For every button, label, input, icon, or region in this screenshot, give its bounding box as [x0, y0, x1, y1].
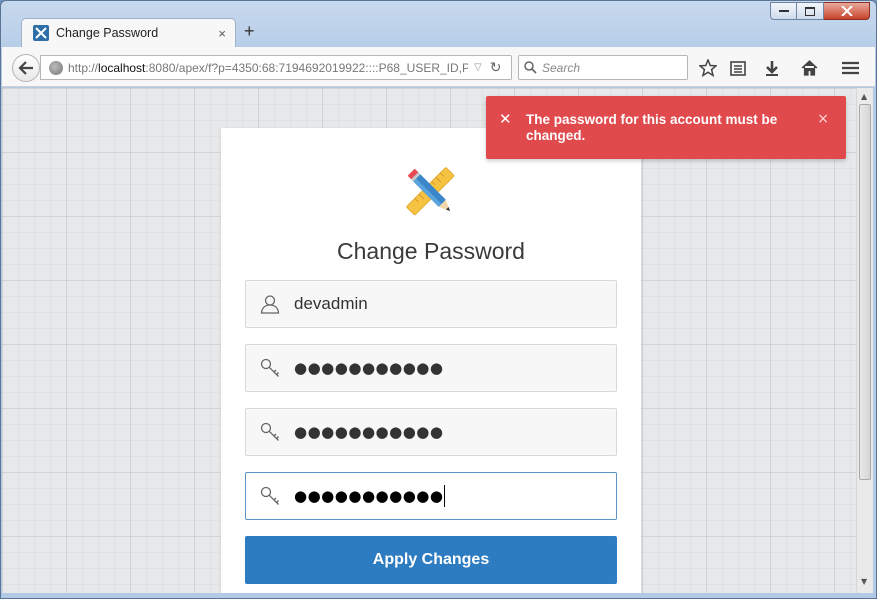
- new-password-field[interactable]: ●●●●●●●●●●●: [245, 408, 617, 456]
- tab-title: Change Password: [56, 26, 159, 40]
- menu-button[interactable]: [839, 57, 861, 79]
- page-viewport: Change Password devadmin ●●●●●●●●●●● ●●●…: [2, 88, 856, 593]
- maximize-button[interactable]: [797, 2, 824, 20]
- alert-close-icon[interactable]: ×: [817, 111, 829, 127]
- tab-close-icon[interactable]: ×: [218, 26, 226, 41]
- minimize-icon: [778, 10, 789, 12]
- reading-list-icon: [730, 61, 746, 76]
- current-password-value: ●●●●●●●●●●●: [294, 359, 444, 377]
- url-text[interactable]: http://localhost:8080/apex/f?p=4350:68:7…: [68, 61, 468, 75]
- change-password-card: Change Password devadmin ●●●●●●●●●●● ●●●…: [221, 128, 641, 593]
- navigation-bar: http://localhost:8080/apex/f?p=4350:68:7…: [2, 47, 875, 87]
- minimize-button[interactable]: [770, 2, 797, 20]
- back-button[interactable]: [12, 54, 40, 82]
- key-icon: [260, 421, 280, 443]
- bookmark-star-button[interactable]: [697, 57, 719, 79]
- key-icon: [260, 485, 280, 507]
- back-arrow-icon: [18, 61, 33, 75]
- key-icon: [260, 357, 280, 379]
- url-dropdown-icon[interactable]: ▽: [474, 62, 482, 73]
- search-placeholder: Search: [542, 60, 581, 75]
- search-bar[interactable]: Search: [518, 55, 688, 80]
- search-icon: [524, 61, 537, 74]
- home-icon: [801, 60, 817, 76]
- error-alert: ✕ The password for this account must be …: [486, 96, 846, 159]
- app-logo-icon: [406, 167, 455, 216]
- confirm-password-field[interactable]: ●●●●●●●●●●●: [245, 472, 617, 520]
- reload-icon[interactable]: ↻: [490, 60, 502, 76]
- new-password-value: ●●●●●●●●●●●: [294, 423, 444, 441]
- text-caret: [444, 485, 446, 507]
- window-controls: [770, 2, 870, 20]
- reading-list-button[interactable]: [727, 57, 749, 79]
- home-button[interactable]: [798, 57, 820, 79]
- alert-message: The password for this account must be ch…: [526, 112, 778, 143]
- scroll-up-arrow-icon[interactable]: ▲: [861, 92, 867, 101]
- hamburger-menu-icon: [841, 61, 859, 75]
- user-icon: [260, 293, 280, 315]
- page-title: Change Password: [337, 238, 525, 264]
- close-icon: [840, 6, 853, 16]
- vertical-scrollbar[interactable]: ▲ ▼: [856, 88, 873, 593]
- window-close-button[interactable]: [824, 2, 870, 20]
- downloads-button[interactable]: [761, 57, 783, 79]
- current-password-field[interactable]: ●●●●●●●●●●●: [245, 344, 617, 392]
- new-tab-button[interactable]: +: [244, 21, 255, 42]
- download-icon: [766, 61, 778, 76]
- tab-change-password[interactable]: Change Password ×: [21, 18, 236, 47]
- globe-icon: [49, 60, 63, 75]
- username-value: devadmin: [294, 294, 368, 313]
- username-field[interactable]: devadmin: [245, 280, 617, 328]
- scroll-thumb[interactable]: [859, 104, 871, 480]
- confirm-password-value: ●●●●●●●●●●●: [294, 487, 444, 505]
- x-icon: ✕: [499, 110, 512, 128]
- url-bar[interactable]: http://localhost:8080/apex/f?p=4350:68:7…: [40, 55, 512, 80]
- scroll-down-arrow-icon[interactable]: ▼: [861, 577, 867, 586]
- browser-window: Change Password × + http://localhost:808…: [0, 0, 877, 599]
- apply-changes-button[interactable]: Apply Changes: [245, 536, 617, 584]
- apex-favicon-icon: [33, 25, 49, 41]
- maximize-icon: [805, 6, 815, 16]
- star-icon: [699, 59, 717, 77]
